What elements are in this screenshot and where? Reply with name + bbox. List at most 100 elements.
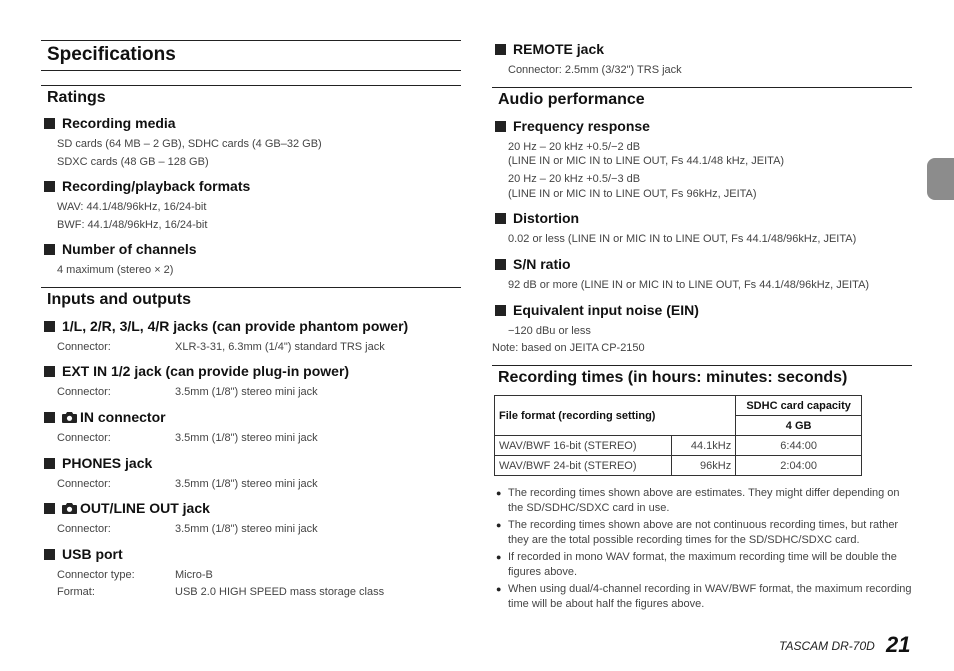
freq-line-3: 20 Hz – 20 kHz +0.5/−3 dB xyxy=(508,173,641,185)
io-item-heading: IN connector xyxy=(44,409,166,425)
camera-icon xyxy=(62,503,77,514)
recording-media-heading: Recording media xyxy=(44,115,176,131)
freq-title: Frequency response xyxy=(513,118,650,134)
spec-key: Connector: xyxy=(57,386,111,398)
audio-heading: Audio performance xyxy=(498,91,645,108)
bullet-dot-icon: ● xyxy=(496,552,502,562)
spec-key: Connector: xyxy=(57,341,111,353)
spec-value: 3.5mm (1/8") stereo mini jack xyxy=(175,478,318,490)
ein-heading: Equivalent input noise (EIN) xyxy=(495,302,699,318)
spec-key: Connector type: xyxy=(57,569,135,581)
io-item-title: EXT IN 1/2 jack (can provide plug-in pow… xyxy=(62,363,350,379)
spec-key: Connector: xyxy=(57,523,111,535)
rec-times-rule xyxy=(492,365,912,366)
bullet-square-icon xyxy=(44,180,55,192)
io-item-row: Connector: XLR-3-31, 6.3mm (1/4") standa… xyxy=(57,341,385,353)
capacity-size-header: 4 GB xyxy=(735,415,862,436)
footer-model: TASCAM DR-70D xyxy=(779,639,875,653)
spec-value: USB 2.0 HIGH SPEED mass storage class xyxy=(175,586,385,598)
note-text: The recording times shown above are esti… xyxy=(508,487,900,514)
time-cell: 2:04:00 xyxy=(735,455,862,476)
io-rule xyxy=(41,287,461,288)
spec-value: XLR-3-31, 6.3mm (1/4") standard TRS jack xyxy=(175,341,385,353)
bullet-square-icon xyxy=(44,320,55,332)
channels-title: Number of channels xyxy=(62,241,197,257)
snr-title: S/N ratio xyxy=(513,256,571,272)
io-item-row: Connector: 3.5mm (1/8") stereo mini jack xyxy=(57,523,318,535)
file-format-header: File format (recording setting) xyxy=(493,395,737,436)
io-item-row: Format: USB 2.0 HIGH SPEED mass storage … xyxy=(57,586,384,598)
note-item: ● The recording times shown above are not… xyxy=(496,518,912,548)
channels-line: 4 maximum (stereo × 2) xyxy=(57,264,174,276)
page-title: Specifications xyxy=(47,44,176,65)
snr-line: 92 dB or more (LINE IN or MIC IN to LINE… xyxy=(508,279,870,291)
spec-key: Connector: xyxy=(57,432,111,444)
bullet-square-icon xyxy=(44,548,55,560)
recording-media-title: Recording media xyxy=(62,115,176,131)
bullet-dot-icon: ● xyxy=(496,488,502,498)
bullet-dot-icon: ● xyxy=(496,584,502,594)
ratings-heading: Ratings xyxy=(47,89,106,106)
table-row: WAV/BWF 24-bit (STEREO) 96kHz 2:04:00 xyxy=(494,455,862,476)
distortion-heading: Distortion xyxy=(495,210,579,226)
io-item-heading: USB port xyxy=(44,546,123,562)
audio-rule xyxy=(492,87,912,88)
distortion-line: 0.02 or less (LINE IN or MIC IN to LINE … xyxy=(508,233,857,245)
bullet-dot-icon: ● xyxy=(496,520,502,530)
bullet-square-icon xyxy=(44,457,55,469)
bullet-square-icon xyxy=(495,43,506,55)
io-item-heading: 1/L, 2/R, 3/L, 4/R jacks (can provide ph… xyxy=(44,318,408,334)
bullet-square-icon xyxy=(495,120,506,132)
table-row: WAV/BWF 16-bit (STEREO) 44.1kHz 6:44:00 xyxy=(494,435,862,456)
rate-cell: 96kHz xyxy=(670,455,737,476)
io-item-row: Connector: 3.5mm (1/8") stereo mini jack xyxy=(57,478,318,490)
title-rule-bottom xyxy=(41,70,461,71)
formats-line-1: WAV: 44.1/48/96kHz, 16/24-bit xyxy=(57,201,207,213)
bullet-square-icon xyxy=(44,411,55,423)
io-item-title: OUT/LINE OUT jack xyxy=(80,500,210,516)
capacity-header: SDHC card capacity xyxy=(735,395,862,416)
bullet-square-icon xyxy=(44,502,55,514)
io-item-heading: OUT/LINE OUT jack xyxy=(44,500,210,516)
note-item: ● The recording times shown above are est… xyxy=(496,486,912,516)
recording-notes: ● The recording times shown above are est… xyxy=(496,486,912,614)
io-item-row: Connector: 3.5mm (1/8") stereo mini jack xyxy=(57,432,318,444)
remote-title: REMOTE jack xyxy=(513,41,605,57)
bullet-square-icon xyxy=(495,258,506,270)
distortion-title: Distortion xyxy=(513,210,580,226)
io-item-heading: PHONES jack xyxy=(44,455,152,471)
spec-value: 3.5mm (1/8") stereo mini jack xyxy=(175,523,318,535)
bullet-square-icon xyxy=(44,117,55,129)
remote-heading: REMOTE jack xyxy=(495,41,604,57)
formats-heading: Recording/playback formats xyxy=(44,178,250,194)
note-text: The recording times shown above are not … xyxy=(508,519,899,546)
formats-title: Recording/playback formats xyxy=(62,178,251,194)
ein-line: −120 dBu or less xyxy=(508,325,591,337)
channels-heading: Number of channels xyxy=(44,241,197,257)
freq-line-4: (LINE IN or MIC IN to LINE OUT, Fs 96kHz… xyxy=(508,188,757,200)
section-tab xyxy=(927,158,954,200)
io-item-title: 1/L, 2/R, 3/L, 4/R jacks (can provide ph… xyxy=(62,318,409,334)
io-item-row: Connector type: Micro-B xyxy=(57,569,213,581)
bullet-square-icon xyxy=(44,243,55,255)
recording-media-line-1: SD cards (64 MB – 2 GB), SDHC cards (4 G… xyxy=(57,138,322,150)
rec-times-heading: Recording times (in hours: minutes: seco… xyxy=(498,369,848,386)
time-cell: 6:44:00 xyxy=(735,435,862,456)
io-heading: Inputs and outputs xyxy=(47,291,191,308)
spec-key: Format: xyxy=(57,586,95,598)
spec-value: 3.5mm (1/8") stereo mini jack xyxy=(175,432,318,444)
io-item-title: USB port xyxy=(62,546,123,562)
bullet-square-icon xyxy=(495,304,506,316)
spec-value: Micro-B xyxy=(175,569,213,581)
format-cell: WAV/BWF 24-bit (STEREO) xyxy=(494,455,672,476)
freq-line-1: 20 Hz – 20 kHz +0.5/−2 dB xyxy=(508,141,641,153)
freq-heading: Frequency response xyxy=(495,118,650,134)
title-rule-top xyxy=(41,40,461,41)
spec-value: 3.5mm (1/8") stereo mini jack xyxy=(175,386,318,398)
recording-times-table: File format (recording setting) SDHC car… xyxy=(493,395,862,476)
snr-heading: S/N ratio xyxy=(495,256,571,272)
note-text: When using dual/4-channel recording in W… xyxy=(508,583,912,610)
ein-title: Equivalent input noise (EIN) xyxy=(513,302,699,318)
io-item-row: Connector: 3.5mm (1/8") stereo mini jack xyxy=(57,386,318,398)
ratings-rule xyxy=(41,85,461,86)
